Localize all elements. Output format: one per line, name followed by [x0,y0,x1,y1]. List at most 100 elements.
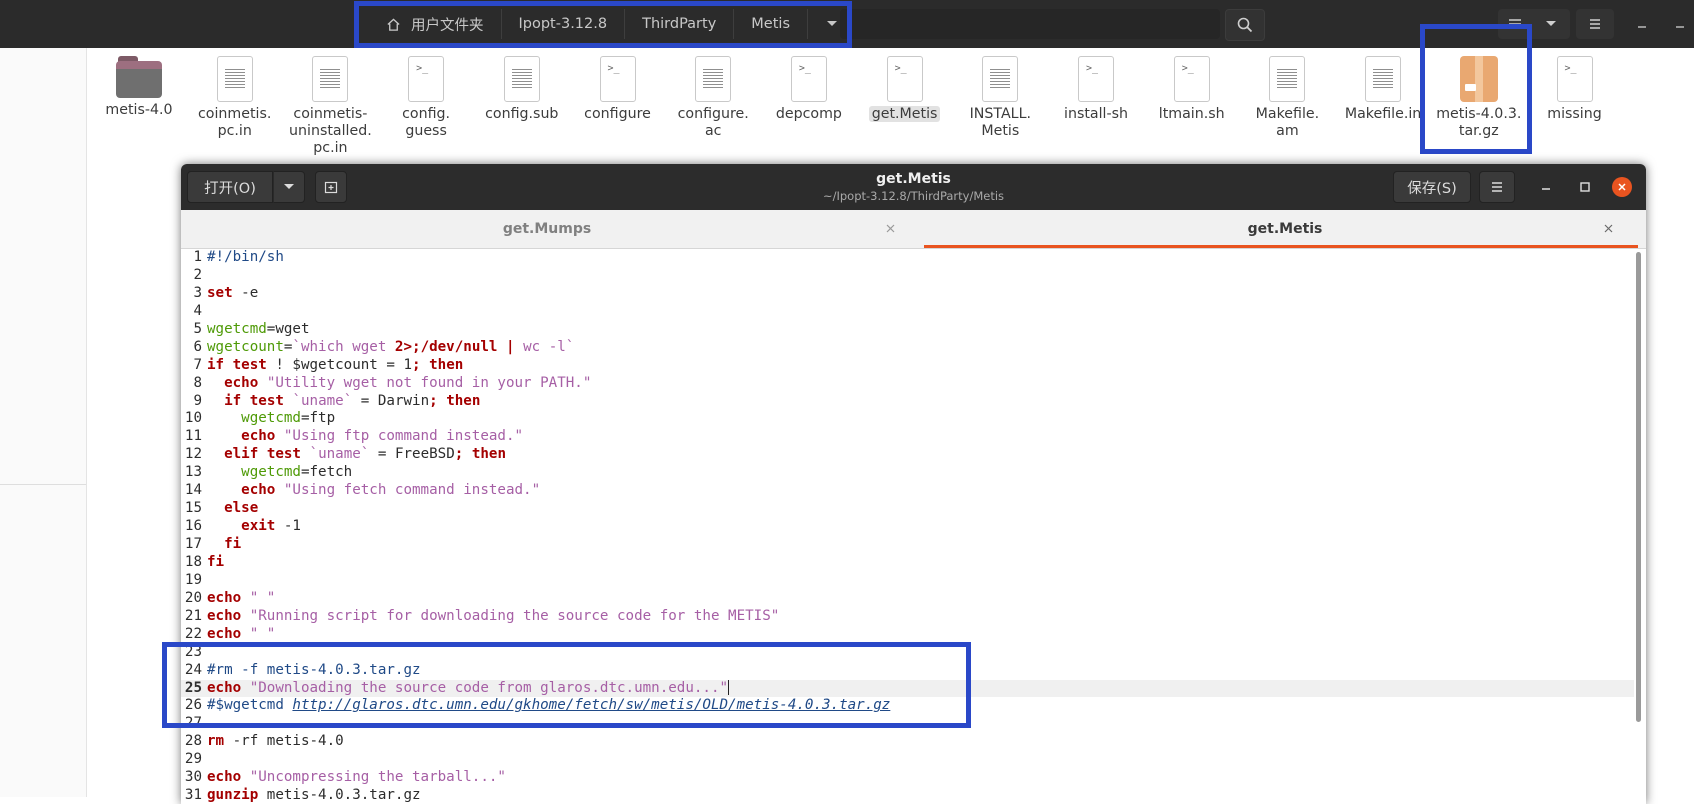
file-item[interactable]: Makefile.in [1335,56,1431,123]
scrollbar[interactable] [1636,252,1641,722]
code-line[interactable]: 3 set -e [181,285,1634,303]
code-line[interactable]: 15 else [181,500,1634,518]
hamburger-menu-icon [1590,19,1600,29]
code-line[interactable]: 4 [181,303,1634,321]
code-line[interactable]: 2 [181,267,1634,285]
line-text: exit -1 [241,518,301,535]
line-number: 19 [184,571,202,588]
line-text: echo "Utility wget not found in your PAT… [224,374,592,391]
line-text: gunzip metis-4.0.3.tar.gz [207,787,421,804]
tab-get-mumps[interactable]: get.Mumps [181,210,913,248]
save-button[interactable]: 保存(S) [1393,171,1471,203]
code-line[interactable]: 18 fi [181,554,1634,572]
code-line[interactable]: 6 wgetcount=`which wget 2>;/dev/null | wc… [181,339,1634,357]
file-item[interactable]: >_ ltmain.sh [1144,56,1240,123]
file-item[interactable]: >_ missing [1527,56,1623,123]
file-item[interactable]: >_ get.Metis [857,56,953,123]
code-line[interactable]: 20 echo " " [181,590,1634,608]
code-line[interactable]: 31 gunzip metis-4.0.3.tar.gz [181,787,1634,804]
file-name: get.Metis [857,106,953,123]
script-file-icon: >_ [599,56,636,102]
code-line[interactable]: 24 #rm -f metis-4.0.3.tar.gz [181,662,1634,680]
sidebar [0,48,87,797]
code-line[interactable]: 11 echo "Using ftp command instead." [181,428,1634,446]
code-line[interactable]: 30 echo "Uncompressing the tarball..." [181,769,1634,787]
hamburger-menu-icon [1492,182,1502,192]
view-toggle-button[interactable] [1498,9,1532,39]
code-line[interactable]: 12 elif test `uname` = FreeBSD; then [181,446,1634,464]
code-line[interactable]: 17 fi [181,536,1634,554]
view-options-button[interactable] [1532,9,1570,39]
code-line[interactable]: 29 [181,751,1634,769]
editor-maximize-button[interactable] [1573,175,1597,199]
code-line[interactable]: 27 [181,715,1634,733]
line-text: if test ! $wgetcount = 1; then [207,356,464,373]
file-item[interactable]: coinmetis. pc.in [187,56,283,140]
close-tab-button[interactable] [1601,221,1615,235]
file-item[interactable]: config.sub [474,56,570,123]
code-line[interactable]: 1 #!/bin/sh [181,249,1634,267]
code-line[interactable]: 19 [181,572,1634,590]
line-number: 31 [184,787,202,804]
file-item[interactable]: configure. ac [665,56,761,140]
breadcrumb-metis[interactable]: Metis [734,9,808,39]
code-line[interactable]: 26 #$wgetcmd http://glaros.dtc.umn.edu/gk… [181,697,1634,715]
file-name: depcomp [775,106,842,122]
maximize-icon [1580,182,1590,192]
file-item[interactable]: Makefile. am [1239,56,1335,140]
code-line[interactable]: 10 wgetcmd=ftp [181,410,1634,428]
code-line[interactable]: 8 echo "Utility wget not found in your P… [181,375,1634,393]
code-line[interactable]: 7 if test ! $wgetcount = 1; then [181,357,1634,375]
line-number: 16 [184,518,202,535]
text-file-icon [312,56,349,102]
breadcrumb-home[interactable]: 用户文件夹 [358,9,502,39]
text-file-icon [695,56,732,102]
code-line[interactable]: 23 [181,644,1634,662]
script-file-icon: >_ [1556,56,1593,102]
file-name: coinmetis-uninstalled. pc.in [289,106,372,156]
code-line[interactable]: 14 echo "Using fetch command instead." [181,482,1634,500]
line-text: if test `uname` = Darwin; then [224,392,481,409]
file-item[interactable]: >_ install-sh [1048,56,1144,123]
line-text: wgetcount=`which wget 2>;/dev/null | wc … [207,338,575,355]
breadcrumb-label: 用户文件夹 [411,17,484,34]
tab-get-metis[interactable]: get.Metis [924,210,1646,248]
code-line[interactable]: 25 echo "Downloading the source code from… [181,679,1634,698]
file-item[interactable]: INSTALL. Metis [952,56,1048,140]
file-name: ltmain.sh [1158,106,1225,122]
file-item[interactable]: metis-4.0.3. tar.gz [1431,56,1527,140]
file-item[interactable]: >_ config. guess [378,56,474,140]
code-line[interactable]: 16 exit -1 [181,518,1634,536]
file-name: configure. ac [677,106,749,139]
code-line[interactable]: 9 if test `uname` = Darwin; then [181,393,1634,411]
editor-menu-button[interactable] [1479,171,1515,203]
text-file-icon [1365,56,1402,102]
line-text: echo "Downloading the source code from g… [207,679,730,696]
breadcrumb-ipopt[interactable]: Ipopt-3.12.8 [502,9,626,39]
minimize-icon [1542,188,1550,190]
script-file-icon: >_ [1173,56,1210,102]
line-number: 22 [184,625,202,642]
breadcrumb-thirdparty[interactable]: ThirdParty [625,9,735,39]
file-name: configure [584,106,651,122]
file-manager-menu-button[interactable] [1576,9,1614,39]
header-empty-area [840,9,1220,39]
editor-minimize-button[interactable] [1534,175,1558,199]
editor-close-button[interactable] [1612,177,1632,197]
close-tab-button[interactable] [883,221,897,235]
maximize-button[interactable] [1666,9,1694,39]
code-line[interactable]: 22 echo " " [181,626,1634,644]
file-item[interactable]: metis-4.0 [91,56,187,119]
search-button[interactable] [1225,9,1265,41]
code-line[interactable]: 21 echo "Running script for downloading t… [181,608,1634,626]
file-item[interactable]: >_ depcomp [761,56,857,123]
code-line[interactable]: 5 wgetcmd=wget [181,321,1634,339]
code-line[interactable]: 28 rm -rf metis-4.0 [181,733,1634,751]
code-view[interactable]: 1 #!/bin/sh 2 3 set -e 4 5 wgetcmd=wget 6 wgetcou… [181,249,1634,804]
file-item[interactable]: >_ configure [570,56,666,123]
code-line[interactable]: 13 wgetcmd=fetch [181,464,1634,482]
line-number: 21 [184,607,202,624]
file-item[interactable]: coinmetis-uninstalled. pc.in [282,56,378,157]
search-icon [1237,17,1253,33]
minimize-button[interactable] [1628,9,1656,39]
